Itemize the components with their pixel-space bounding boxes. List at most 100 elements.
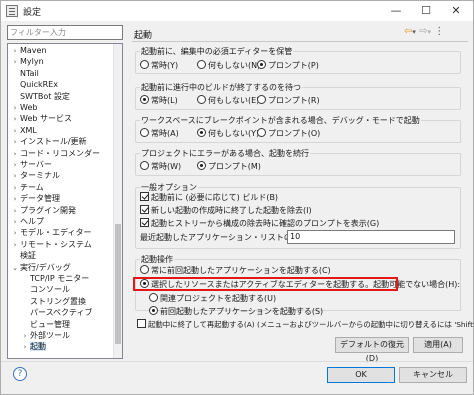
radio-save-always[interactable]: 常時(Y)	[140, 60, 178, 71]
tree-item-label: コンソール	[30, 285, 70, 295]
check-terminate-relaunch[interactable]: 起動中に終了して再起動する(A) (メニューおよびツールバーからの起動中に切り替…	[137, 319, 474, 330]
checkbox-indicator[interactable]	[137, 319, 146, 328]
check-build-before-launch[interactable]: 起動前に (必要に応じて) ビルド(B)	[140, 192, 278, 203]
tree-scrollbar-thumb[interactable]	[115, 224, 121, 344]
tree-item[interactable]: SWTBot 設定	[10, 91, 70, 102]
back-menu-chevron-icon[interactable]: ▾	[412, 28, 416, 36]
apply-button[interactable]: 適用(A)	[413, 337, 463, 353]
tree-item[interactable]: コンソール	[20, 284, 70, 295]
collapse-chevron-icon[interactable]: ›	[10, 194, 20, 205]
tree-item[interactable]: › コード・リコメンダー	[10, 148, 100, 159]
restore-defaults-button[interactable]: デフォルトの復元(D)	[335, 337, 409, 363]
ok-button[interactable]: OK	[327, 367, 395, 383]
collapse-chevron-icon[interactable]: ›	[10, 183, 20, 194]
tree-item[interactable]: › Maven	[10, 45, 47, 56]
more-options-icon[interactable]: ⋮	[434, 26, 444, 37]
radio-indicator[interactable]	[197, 128, 206, 137]
tree-item[interactable]: › サーバー	[10, 159, 52, 170]
checkbox-indicator[interactable]	[140, 192, 149, 201]
tree-item[interactable]: ⌄ 実行/デバッグ	[10, 262, 71, 273]
checkbox-indicator[interactable]	[140, 205, 149, 214]
radio-errors-prompt[interactable]: プロンプト(M)	[197, 161, 261, 172]
cancel-button[interactable]: キャンセル	[399, 367, 467, 383]
check-remove-terminated[interactable]: 新しい起動の作成時に終了した起動を除去(I)	[140, 205, 312, 216]
tree-item[interactable]: › インストール/更新	[10, 136, 87, 147]
tree-scrollbar[interactable]	[113, 44, 122, 358]
radio-launch-previous-app[interactable]: 前回起動したアプリケーションを起動する(S)	[149, 306, 323, 317]
collapse-chevron-icon[interactable]: ›	[10, 126, 20, 137]
tree-item[interactable]: NTail	[10, 68, 39, 79]
radio-debug-prompt[interactable]: プロンプト(O)	[257, 128, 320, 139]
check-confirm-remove-history[interactable]: 起動ヒストリーから構成の除去時に確認のプロンプトを表示(G)	[140, 218, 379, 229]
radio-debug-never[interactable]: 何もしない(Y)	[197, 128, 259, 139]
group-launch-operation-label: 起動操作	[140, 254, 174, 265]
tree-item[interactable]: › Web	[10, 102, 38, 114]
radio-indicator[interactable]	[257, 60, 266, 69]
radio-save-never[interactable]: 何もしない(N)	[197, 60, 260, 71]
radio-build-prompt[interactable]: プロンプト(R)	[257, 95, 320, 106]
radio-save-prompt[interactable]: プロンプト(P)	[257, 60, 319, 71]
collapse-chevron-icon[interactable]: ›	[10, 240, 20, 251]
tree-item[interactable]: ビュー管理	[20, 319, 70, 330]
maximize-button[interactable]: ☐	[411, 1, 441, 21]
collapse-chevron-icon[interactable]: ›	[10, 137, 20, 148]
collapse-chevron-icon[interactable]: ›	[10, 57, 20, 68]
forward-menu-chevron-icon[interactable]: ▾	[427, 28, 431, 36]
tree-item[interactable]: › データ管理	[10, 193, 60, 204]
tree-item[interactable]: › Mylyn	[10, 56, 44, 67]
tree-item-label: NTail	[20, 68, 39, 78]
minimize-button[interactable]: —	[381, 1, 411, 21]
collapse-chevron-icon[interactable]: ›	[10, 217, 20, 228]
radio-build-never[interactable]: 何もしない(E)	[197, 95, 259, 106]
collapse-chevron-icon[interactable]: ›	[10, 103, 20, 114]
radio-indicator[interactable]	[257, 128, 266, 137]
radio-indicator[interactable]	[257, 95, 266, 104]
collapse-chevron-icon[interactable]: ›	[10, 206, 20, 217]
radio-indicator[interactable]	[140, 265, 149, 274]
tree-item[interactable]: QuickREx	[10, 79, 58, 90]
history-size-input[interactable]: 10	[287, 230, 455, 244]
tree-item[interactable]: 検証	[10, 250, 36, 261]
radio-debug-always[interactable]: 常時(A)	[140, 128, 179, 139]
radio-indicator[interactable]	[197, 60, 206, 69]
radio-launch-related-project[interactable]: 関連プロジェクトを起動する(U)	[149, 293, 276, 304]
collapse-chevron-icon[interactable]: ›	[20, 342, 30, 353]
tree-item[interactable]: パースペクティブ	[20, 307, 93, 318]
collapse-chevron-icon[interactable]: ›	[10, 114, 20, 125]
radio-indicator[interactable]	[149, 306, 158, 315]
tree-item[interactable]: › モデル・エディター	[10, 227, 92, 239]
close-button[interactable]: ✕	[441, 1, 471, 21]
collapse-chevron-icon[interactable]: ›	[10, 228, 20, 239]
radio-launch-previous[interactable]: 常に前回起動したアプリケーションを起動する(C)	[140, 265, 331, 276]
tree-item[interactable]: › プラグイン開発	[10, 205, 76, 216]
help-icon[interactable]: ?	[13, 367, 27, 381]
tree-item[interactable]: ストリング置換	[20, 296, 86, 307]
radio-indicator[interactable]	[140, 95, 149, 104]
expand-chevron-icon[interactable]: ⌄	[10, 263, 20, 274]
tree-item[interactable]: › ヘルプ	[10, 216, 44, 227]
radio-indicator[interactable]	[149, 293, 158, 302]
filter-input[interactable]: フィルター入力	[7, 25, 123, 40]
tree-item[interactable]: › XML	[10, 125, 37, 136]
tree-item-label: 起動	[30, 342, 46, 352]
tree-item[interactable]: › 外部ツール	[20, 330, 70, 341]
tree-item[interactable]: › 起動	[20, 341, 46, 352]
radio-build-always[interactable]: 常時(L)	[140, 95, 178, 106]
collapse-chevron-icon[interactable]: ›	[10, 149, 20, 160]
collapse-chevron-icon[interactable]: ›	[10, 46, 20, 57]
tree-item[interactable]: TCP/IP モニター	[20, 273, 89, 284]
radio-indicator[interactable]	[197, 161, 206, 170]
tree-item[interactable]: › チーム	[10, 182, 44, 193]
radio-indicator[interactable]	[140, 128, 149, 137]
tree-item[interactable]: › ターミナル	[10, 170, 60, 181]
radio-indicator[interactable]	[140, 60, 149, 69]
tree-item[interactable]: › Web サービス	[10, 113, 72, 124]
collapse-chevron-icon[interactable]: ›	[20, 331, 30, 342]
radio-errors-always[interactable]: 常時(W)	[140, 161, 181, 172]
radio-indicator[interactable]	[140, 161, 149, 170]
collapse-chevron-icon[interactable]: ›	[10, 160, 20, 171]
collapse-chevron-icon[interactable]: ›	[10, 171, 20, 182]
radio-indicator[interactable]	[197, 95, 206, 104]
tree-item[interactable]: › リモート・システム	[10, 239, 92, 250]
checkbox-indicator[interactable]	[140, 218, 149, 227]
